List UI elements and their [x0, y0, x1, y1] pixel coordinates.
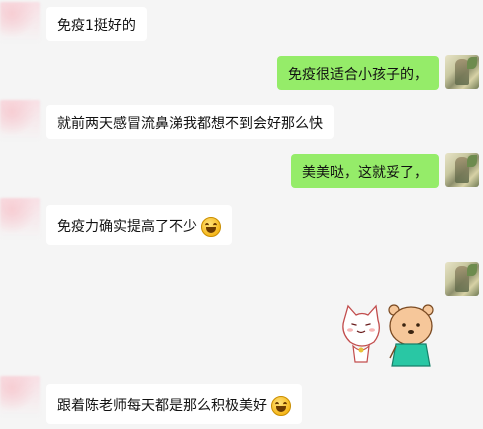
message-text: 免疫力确实提高了不少 [57, 219, 197, 235]
chat-window: 免疫1挺好的 免疫很适合小孩子的， 就前两天感冒流鼻涕我都想不到会好那么快 美美… [0, 0, 483, 429]
message-bubble-left[interactable]: 就前两天感冒流鼻涕我都想不到会好那么快 [46, 105, 334, 139]
contact-avatar[interactable] [0, 2, 40, 42]
message-bubble-right[interactable]: 美美哒，这就妥了， [291, 154, 439, 188]
message-text: 跟着陈老师每天都是那么积极美好 [57, 398, 267, 414]
message-text: 就前两天感冒流鼻涕我都想不到会好那么快 [57, 116, 323, 132]
message-bubble-left[interactable]: 跟着陈老师每天都是那么积极美好 [46, 384, 302, 424]
message-bubble-left[interactable]: 免疫力确实提高了不少 [46, 205, 232, 245]
message-text: 免疫很适合小孩子的， [288, 67, 428, 83]
message-bubble-left[interactable]: 免疫1挺好的 [46, 7, 147, 41]
cat-icon [342, 304, 380, 363]
message-bubble-right[interactable]: 免疫很适合小孩子的， [277, 56, 439, 90]
own-avatar[interactable] [445, 153, 479, 187]
bear-icon [388, 304, 434, 367]
own-avatar[interactable] [445, 55, 479, 89]
contact-avatar[interactable] [0, 100, 40, 140]
avatar-leaf [467, 264, 477, 276]
avatar-leaf [467, 155, 477, 167]
avatar-leaf [467, 57, 477, 69]
contact-avatar[interactable] [0, 198, 40, 238]
message-text: 美美哒，这就妥了， [302, 165, 428, 181]
grinning-emoji-icon [201, 217, 221, 237]
own-avatar[interactable] [445, 262, 479, 296]
contact-avatar[interactable] [0, 376, 40, 416]
cat-and-bear-sticker-icon[interactable] [336, 300, 442, 368]
message-text: 免疫1挺好的 [57, 18, 136, 34]
grinning-emoji-icon [271, 396, 291, 416]
